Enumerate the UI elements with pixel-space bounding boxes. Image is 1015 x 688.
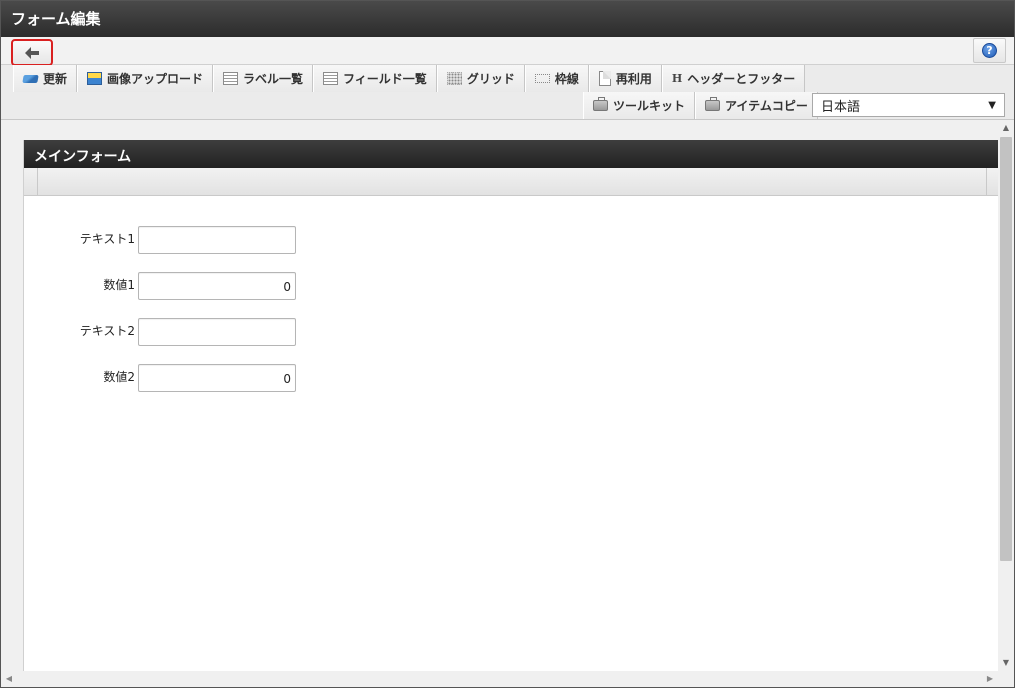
number2-input[interactable]: 0 — [138, 364, 296, 392]
window-title-bar: フォーム編集 — [1, 1, 1014, 37]
form-editor-window: フォーム編集 ? 更新 画像アップロード ラベル一覧 フィールド一覧 グリッド … — [0, 0, 1015, 688]
border-icon — [534, 74, 550, 83]
scroll-right-icon[interactable]: ▶ — [982, 671, 998, 687]
image-upload-icon — [87, 72, 103, 85]
text2-input[interactable] — [138, 318, 296, 346]
toolkit-button-label: ツールキット — [613, 99, 686, 113]
band-divider-left — [24, 168, 38, 195]
panel-title: メインフォーム — [34, 149, 132, 165]
field-list-button[interactable]: フィールド一覧 — [313, 65, 437, 92]
field-label-text1: テキスト1 — [79, 232, 135, 246]
nav-bar: ? — [1, 37, 1014, 66]
reuse-button[interactable]: 再利用 — [588, 65, 662, 92]
field-list-icon — [323, 72, 339, 85]
text1-input[interactable] — [138, 226, 296, 254]
field-label-number1: 数値1 — [103, 278, 135, 292]
label-list-icon — [223, 72, 239, 85]
image-upload-button-label: 画像アップロード — [107, 72, 204, 86]
grid-button-label: グリッド — [466, 72, 515, 86]
toolbar-row-2: ツールキット アイテムコピー — [583, 92, 818, 119]
scroll-up-icon[interactable]: ▲ — [998, 120, 1014, 136]
help-button[interactable]: ? — [973, 38, 1006, 63]
field-list-button-label: フィールド一覧 — [343, 72, 427, 86]
panel-title-bar: メインフォーム — [24, 140, 998, 168]
vertical-scroll-thumb[interactable] — [1000, 137, 1012, 561]
grid-icon — [446, 72, 462, 85]
field-row-text1: テキスト1 — [64, 226, 324, 254]
field-label-text2: テキスト2 — [79, 324, 135, 338]
scroll-left-icon[interactable]: ◀ — [1, 671, 17, 687]
refresh-icon — [22, 74, 39, 83]
vertical-scrollbar[interactable]: ▲ ▼ — [998, 120, 1014, 671]
image-upload-button[interactable]: 画像アップロード — [77, 65, 214, 92]
field-row-text2: テキスト2 — [64, 318, 324, 346]
update-button-label: 更新 — [43, 72, 68, 86]
window-title: フォーム編集 — [11, 10, 101, 28]
number1-input[interactable]: 0 — [138, 272, 296, 300]
toolkit-icon — [593, 97, 608, 111]
help-icon: ? — [982, 43, 997, 58]
toolbar: 更新 画像アップロード ラベル一覧 フィールド一覧 グリッド 枠線 再利用 H … — [1, 65, 1014, 120]
reuse-button-label: 再利用 — [615, 72, 652, 86]
horizontal-scrollbar[interactable]: ◀ ▶ — [1, 671, 1014, 687]
header-footer-icon: H — [671, 72, 683, 85]
toolkit-button[interactable]: ツールキット — [583, 92, 696, 119]
language-select[interactable]: 日本語 ▼ — [812, 93, 1005, 117]
field-row-number1: 数値1 0 — [64, 272, 324, 300]
border-button-label: 枠線 — [554, 72, 579, 86]
item-copy-icon — [705, 97, 721, 111]
chevron-down-icon: ▼ — [988, 99, 996, 111]
label-list-button-label: ラベル一覧 — [243, 72, 304, 86]
toolbar-row-1: 更新 画像アップロード ラベル一覧 フィールド一覧 グリッド 枠線 再利用 H … — [13, 65, 806, 92]
scroll-down-icon[interactable]: ▼ — [998, 655, 1014, 671]
item-copy-button-label: アイテムコピー — [725, 99, 808, 113]
content-area: メインフォーム テキスト1 数値1 0 テキスト2 数値2 0 ▲ ▼ ◀ ▶ — [1, 120, 1014, 687]
panel-header-band — [24, 168, 998, 196]
grid-button[interactable]: グリッド — [436, 65, 525, 92]
back-button[interactable] — [11, 39, 53, 66]
header-footer-button-label: ヘッダーとフッター — [687, 72, 796, 86]
arrow-left-icon — [25, 46, 39, 59]
border-button[interactable]: 枠線 — [524, 65, 589, 92]
update-button[interactable]: 更新 — [13, 65, 78, 92]
band-divider-right — [986, 168, 998, 195]
item-copy-button[interactable]: アイテムコピー — [695, 92, 818, 119]
field-row-number2: 数値2 0 — [64, 364, 324, 392]
reuse-icon — [598, 71, 611, 86]
main-form-panel: メインフォーム テキスト1 数値1 0 テキスト2 数値2 0 — [23, 140, 998, 671]
language-select-value: 日本語 — [821, 99, 861, 115]
header-footer-button[interactable]: H ヘッダーとフッター — [661, 65, 806, 92]
field-label-number2: 数値2 — [103, 370, 135, 384]
label-list-button[interactable]: ラベル一覧 — [213, 65, 314, 92]
